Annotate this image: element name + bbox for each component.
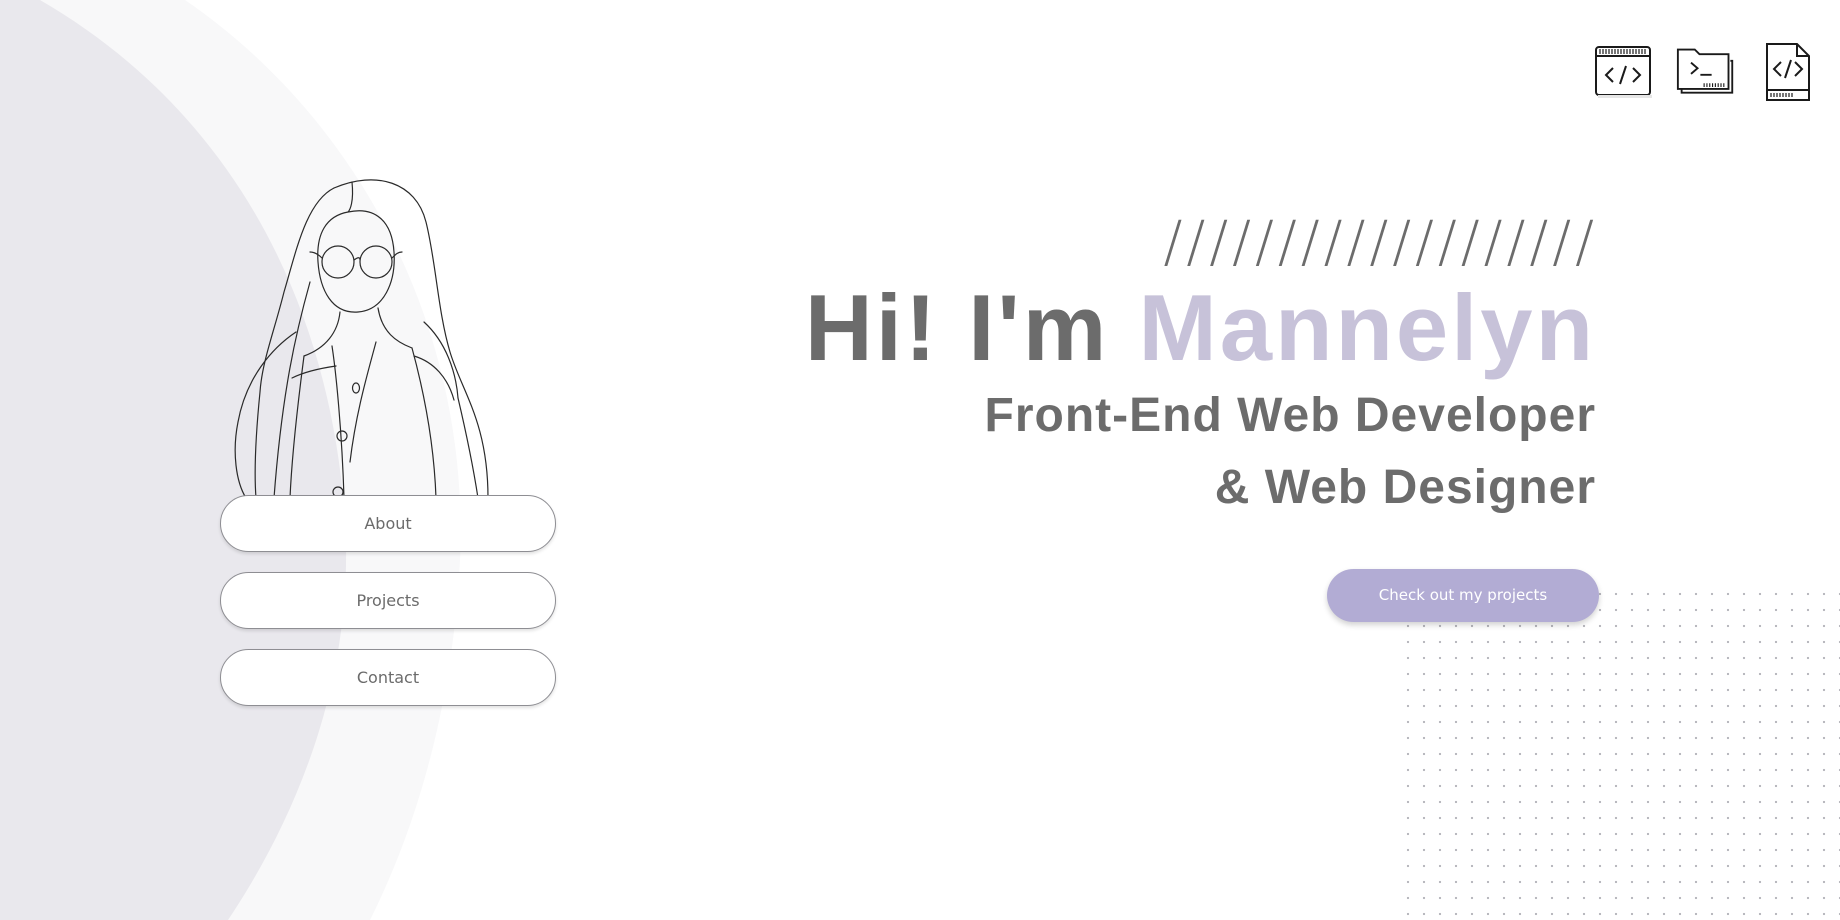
- hero-section: /////////////////// Hi! I'm Mannelyn Fro…: [805, 210, 1596, 524]
- dot-grid-decoration: [1398, 584, 1840, 920]
- contact-button[interactable]: Contact: [220, 649, 556, 706]
- main-nav: About Projects Contact: [220, 495, 556, 726]
- header-icons: [1594, 42, 1818, 102]
- code-file-icon[interactable]: [1758, 42, 1818, 102]
- about-button[interactable]: About: [220, 495, 556, 552]
- greeting-text: Hi! I'm: [804, 275, 1110, 380]
- hero-headline: Hi! I'm Mannelyn: [805, 276, 1596, 380]
- landing-page: About Projects Contact /////////////////…: [0, 0, 1840, 920]
- slash-decoration: ///////////////////: [1163, 210, 1598, 275]
- subtitle-line-1: Front-End Web Developer: [984, 389, 1596, 442]
- name-text: Mannelyn: [1138, 275, 1596, 380]
- terminal-folder-icon[interactable]: [1676, 42, 1736, 102]
- code-window-icon[interactable]: [1594, 42, 1654, 102]
- projects-button[interactable]: Projects: [220, 572, 556, 629]
- subtitle-line-2: & Web Designer: [1214, 461, 1596, 514]
- check-projects-button[interactable]: Check out my projects: [1327, 569, 1599, 622]
- avatar-illustration: [234, 179, 489, 498]
